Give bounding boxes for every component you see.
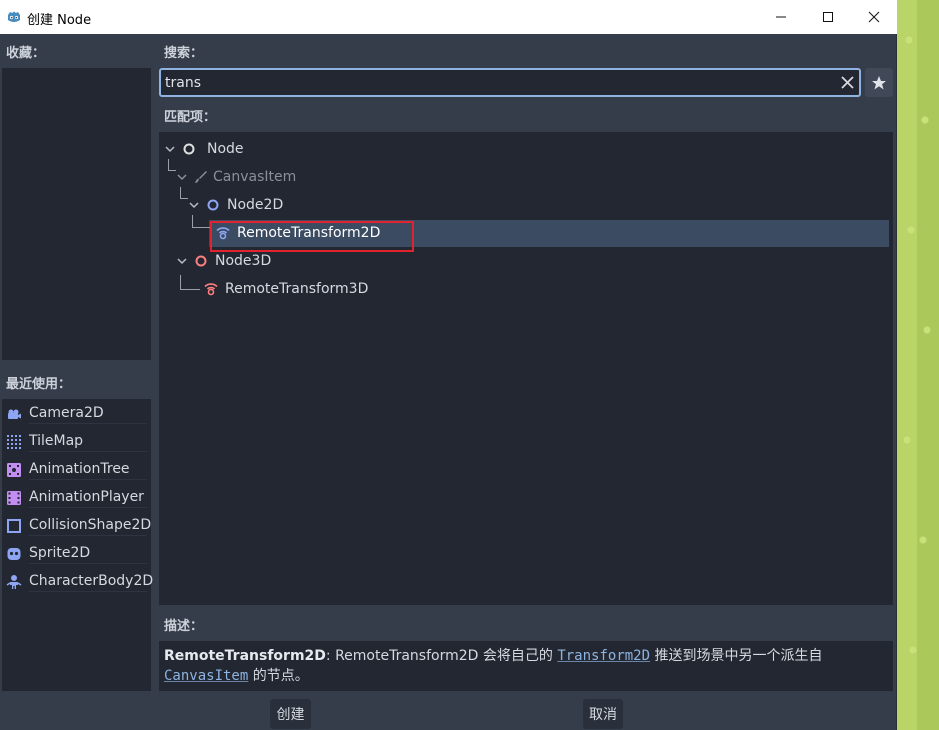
- background-game-scene: [897, 0, 939, 730]
- maximize-icon: [823, 12, 833, 22]
- search-input[interactable]: [165, 73, 825, 93]
- recent-item-label: CollisionShape2D: [29, 517, 151, 536]
- recent-item-label: TileMap: [29, 433, 147, 452]
- tree-item-node[interactable]: Node: [163, 135, 244, 163]
- remote-transform-3d-icon: [204, 283, 218, 296]
- description-text-part: 的节点。: [248, 668, 309, 684]
- camera-icon: [8, 409, 21, 419]
- recent-item-label: Camera2D: [29, 405, 147, 424]
- recent-item-label: AnimationTree: [29, 461, 147, 480]
- favorite-toggle-button[interactable]: [865, 68, 893, 97]
- close-button[interactable]: [851, 0, 897, 34]
- description-label: 描述：: [164, 619, 204, 634]
- character-body-icon: [6, 575, 22, 589]
- recent-item-tilemap[interactable]: TileMap: [2, 428, 151, 456]
- tree-item-node2d[interactable]: Node2D: [187, 191, 283, 219]
- chevron-down-icon[interactable]: [187, 198, 201, 212]
- recent-item-label: AnimationPlayer: [29, 489, 147, 508]
- search-field: [159, 68, 861, 97]
- tree-item-label: RemoteTransform3D: [225, 281, 369, 297]
- tree-item-label: CanvasItem: [213, 169, 297, 185]
- favorites-label: 收藏：: [6, 46, 46, 61]
- description-node-name: RemoteTransform2D: [164, 648, 326, 664]
- transform2d-link[interactable]: Transform2D: [557, 648, 650, 664]
- tree-guide-line: [180, 275, 200, 290]
- recent-item-label: CharacterBody2D: [29, 573, 153, 592]
- clear-search-icon[interactable]: [839, 74, 856, 91]
- minimize-icon: [776, 16, 786, 18]
- cancel-button[interactable]: 取消: [583, 699, 623, 729]
- sprite-icon: [7, 548, 21, 560]
- matches-label: 匹配项：: [164, 110, 217, 125]
- description-text-part: : RemoteTransform2D 会将自己的: [325, 648, 558, 664]
- search-label: 搜索：: [164, 46, 204, 61]
- recent-item-camera2d[interactable]: Camera2D: [2, 400, 151, 428]
- tilemap-icon: [7, 435, 21, 449]
- chevron-down-icon[interactable]: [175, 170, 189, 184]
- description-text-part: 推送到场景中另一个派生自: [650, 648, 823, 664]
- collision-shape-icon: [7, 519, 21, 533]
- node-icon: [183, 143, 195, 155]
- recent-item-animationplayer[interactable]: AnimationPlayer: [2, 484, 151, 512]
- recent-item-label: Sprite2D: [29, 545, 147, 564]
- node3d-icon: [195, 255, 207, 267]
- create-node-dialog: 创建 Node 收藏： 最近使用： Camera2D TileMap Anima…: [0, 0, 897, 730]
- favorites-list[interactable]: [2, 68, 151, 360]
- minimize-button[interactable]: [758, 0, 804, 34]
- matches-tree: Node CanvasItem Node2D RemoteTransform2D: [159, 132, 893, 605]
- description-text: RemoteTransform2D: RemoteTransform2D 会将自…: [159, 641, 893, 691]
- annotation-highlight-box: [210, 221, 414, 252]
- star-icon: [872, 75, 886, 89]
- godot-logo-icon: [8, 11, 20, 22]
- canvasitem-link[interactable]: CanvasItem: [164, 668, 248, 684]
- node2d-icon: [207, 199, 219, 211]
- animation-tree-icon: [7, 463, 21, 477]
- close-icon: [868, 11, 880, 23]
- recent-label: 最近使用：: [6, 377, 72, 392]
- tree-item-label: Node3D: [215, 253, 272, 269]
- window-title: 创建 Node: [27, 13, 92, 28]
- recent-item-sprite2d[interactable]: Sprite2D: [2, 540, 151, 568]
- animation-player-icon: [7, 491, 21, 505]
- tree-item-canvasitem[interactable]: CanvasItem: [175, 163, 296, 191]
- chevron-down-icon[interactable]: [175, 254, 189, 268]
- tree-item-label: Node: [207, 141, 244, 157]
- maximize-button[interactable]: [805, 0, 851, 34]
- recent-item-characterbody2d[interactable]: CharacterBody2D: [2, 568, 153, 596]
- tree-item-remotetransform3d[interactable]: RemoteTransform3D: [203, 275, 368, 303]
- recent-list: Camera2D TileMap AnimationTree Animation…: [2, 399, 153, 691]
- recent-item-collisionshape2d[interactable]: CollisionShape2D: [2, 512, 151, 540]
- recent-item-animationtree[interactable]: AnimationTree: [2, 456, 151, 484]
- canvas-item-icon: [195, 171, 207, 183]
- title-bar: 创建 Node: [0, 0, 897, 34]
- chevron-down-icon[interactable]: [163, 142, 177, 156]
- create-button[interactable]: 创建: [270, 699, 311, 729]
- tree-item-label: Node2D: [227, 197, 284, 213]
